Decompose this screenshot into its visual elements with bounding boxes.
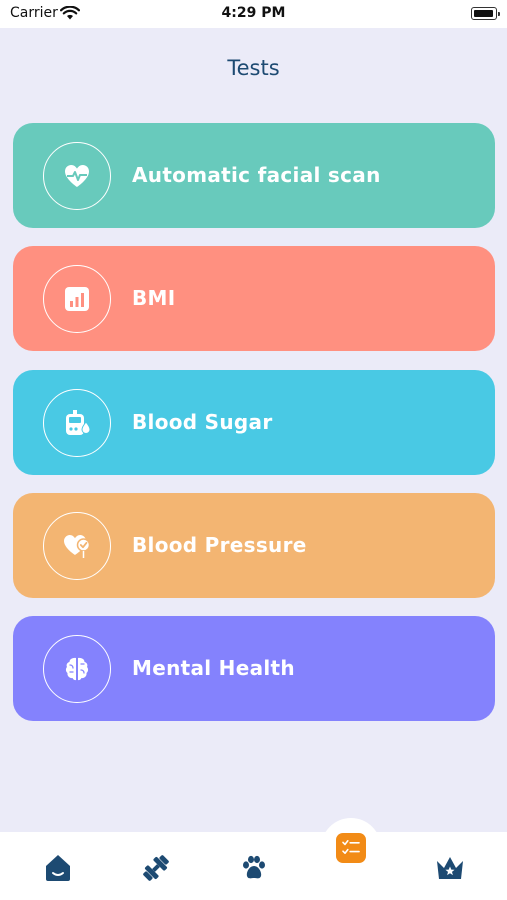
page-title: Tests	[227, 56, 280, 80]
brain-icon-circle	[43, 635, 111, 703]
test-card-label: Blood Sugar	[132, 410, 273, 434]
paw-icon	[243, 855, 265, 879]
home-icon	[46, 855, 70, 881]
brain-icon	[65, 657, 89, 681]
heart-pulse-icon	[65, 165, 89, 187]
test-card-label: Blood Pressure	[132, 533, 307, 557]
tab-workout[interactable]	[138, 850, 174, 886]
glucose-meter-icon-circle	[43, 389, 111, 457]
status-bar: Carrier 4:29 PM	[0, 0, 507, 28]
heart-check-icon-circle	[43, 512, 111, 580]
tab-bar	[0, 832, 507, 900]
test-card-mental-health[interactable]: Mental Health	[13, 616, 495, 721]
tab-tests[interactable]	[321, 818, 381, 878]
tab-pets[interactable]	[236, 850, 272, 886]
test-card-label: Automatic facial scan	[132, 163, 381, 187]
glucose-meter-icon	[66, 410, 91, 435]
crown-icon	[437, 857, 463, 879]
test-card-blood-pressure[interactable]: Blood Pressure	[13, 493, 495, 598]
heart-check-icon	[64, 535, 91, 558]
bar-chart-icon	[65, 287, 89, 311]
test-card-label: Mental Health	[132, 656, 295, 680]
checklist-icon	[342, 840, 360, 854]
battery-icon	[471, 7, 500, 20]
dumbbell-icon	[143, 855, 169, 881]
tab-tests-active-indicator	[336, 833, 366, 863]
heart-pulse-icon-circle	[43, 142, 111, 210]
tab-home[interactable]	[40, 850, 76, 886]
test-card-automatic-facial-scan[interactable]: Automatic facial scan	[13, 123, 495, 228]
test-card-blood-sugar[interactable]: Blood Sugar	[13, 370, 495, 475]
status-time: 4:29 PM	[221, 5, 286, 21]
test-card-label: BMI	[132, 286, 176, 310]
test-card-bmi[interactable]: BMI	[13, 246, 495, 351]
bar-chart-icon-circle	[43, 265, 111, 333]
tab-premium[interactable]	[432, 850, 468, 886]
